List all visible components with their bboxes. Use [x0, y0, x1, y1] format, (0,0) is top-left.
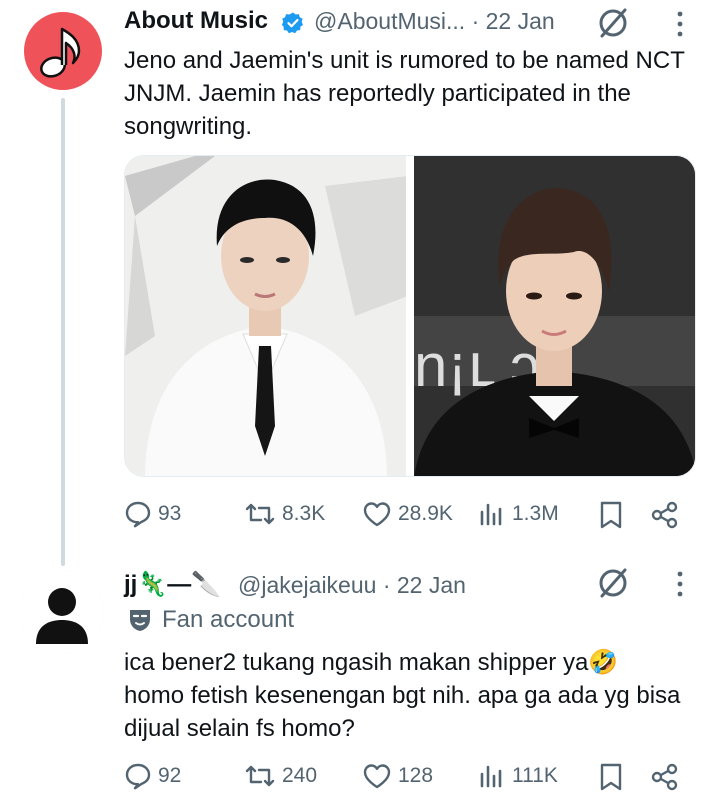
retweet-count: 240 — [282, 764, 318, 787]
fan-account-label: Fan account — [128, 606, 294, 634]
avatar-about-music[interactable] — [24, 12, 102, 90]
thread-line — [61, 98, 65, 566]
default-profile-icon — [20, 570, 104, 654]
reply-button[interactable]: 92 — [124, 762, 181, 790]
tweet-text: Jeno and Jaemin's unit is rumored to be … — [124, 47, 685, 140]
like-count: 128 — [398, 764, 434, 787]
views-icon — [480, 765, 502, 788]
author-handle-date[interactable]: @jakejaikeuu · 22 Jan — [238, 572, 466, 599]
retweet-button[interactable]: 8.3K — [244, 500, 325, 528]
fan-account-text: Fan account — [162, 606, 295, 633]
heart-icon — [363, 502, 391, 527]
grok-icon[interactable] — [596, 566, 630, 600]
views-count: 111K — [512, 764, 558, 787]
like-count: 28.9K — [398, 502, 453, 525]
share-icon[interactable] — [650, 762, 680, 792]
views-button[interactable]: 1.3M — [478, 500, 559, 528]
reply-icon — [125, 501, 151, 528]
author-name[interactable]: jj🦎—🔪 — [124, 570, 221, 599]
photo-jeno[interactable] — [125, 156, 406, 476]
like-button[interactable]: 28.9K — [362, 500, 453, 528]
share-icon[interactable] — [650, 500, 680, 530]
more-options-icon[interactable] — [670, 570, 690, 598]
like-button[interactable]: 128 — [362, 762, 433, 790]
views-icon — [480, 503, 502, 526]
heart-icon — [363, 764, 391, 789]
grok-icon[interactable] — [596, 6, 630, 40]
views-count: 1.3M — [512, 502, 559, 525]
avatar-jj[interactable] — [20, 570, 104, 654]
more-options-icon[interactable] — [670, 10, 690, 38]
retweet-button[interactable]: 240 — [244, 762, 317, 790]
reply-count: 92 — [158, 764, 182, 787]
fan-mask-icon — [130, 610, 150, 631]
retweet-count: 8.3K — [282, 502, 326, 525]
verified-badge-icon — [281, 12, 303, 34]
reply-count: 93 — [158, 502, 182, 525]
views-button[interactable]: 111K — [478, 762, 558, 790]
photo-jaemin[interactable]: n¡ւ ɔa — [414, 156, 695, 476]
retweet-icon — [245, 503, 275, 525]
retweet-icon — [245, 765, 275, 787]
bookmark-icon[interactable] — [598, 762, 624, 792]
tweet-media[interactable]: n¡ւ ɔa — [124, 155, 696, 477]
reply-button[interactable]: 93 — [124, 500, 181, 528]
bookmark-icon[interactable] — [598, 500, 624, 530]
author-name[interactable]: About Music — [124, 7, 268, 35]
music-note-icon — [40, 27, 81, 78]
reply-icon — [125, 763, 151, 790]
author-handle-date[interactable]: @AboutMusi... · 22 Jan — [314, 8, 555, 35]
tweet-text: ica bener2 tukang ngasih makan shipper y… — [124, 649, 681, 742]
